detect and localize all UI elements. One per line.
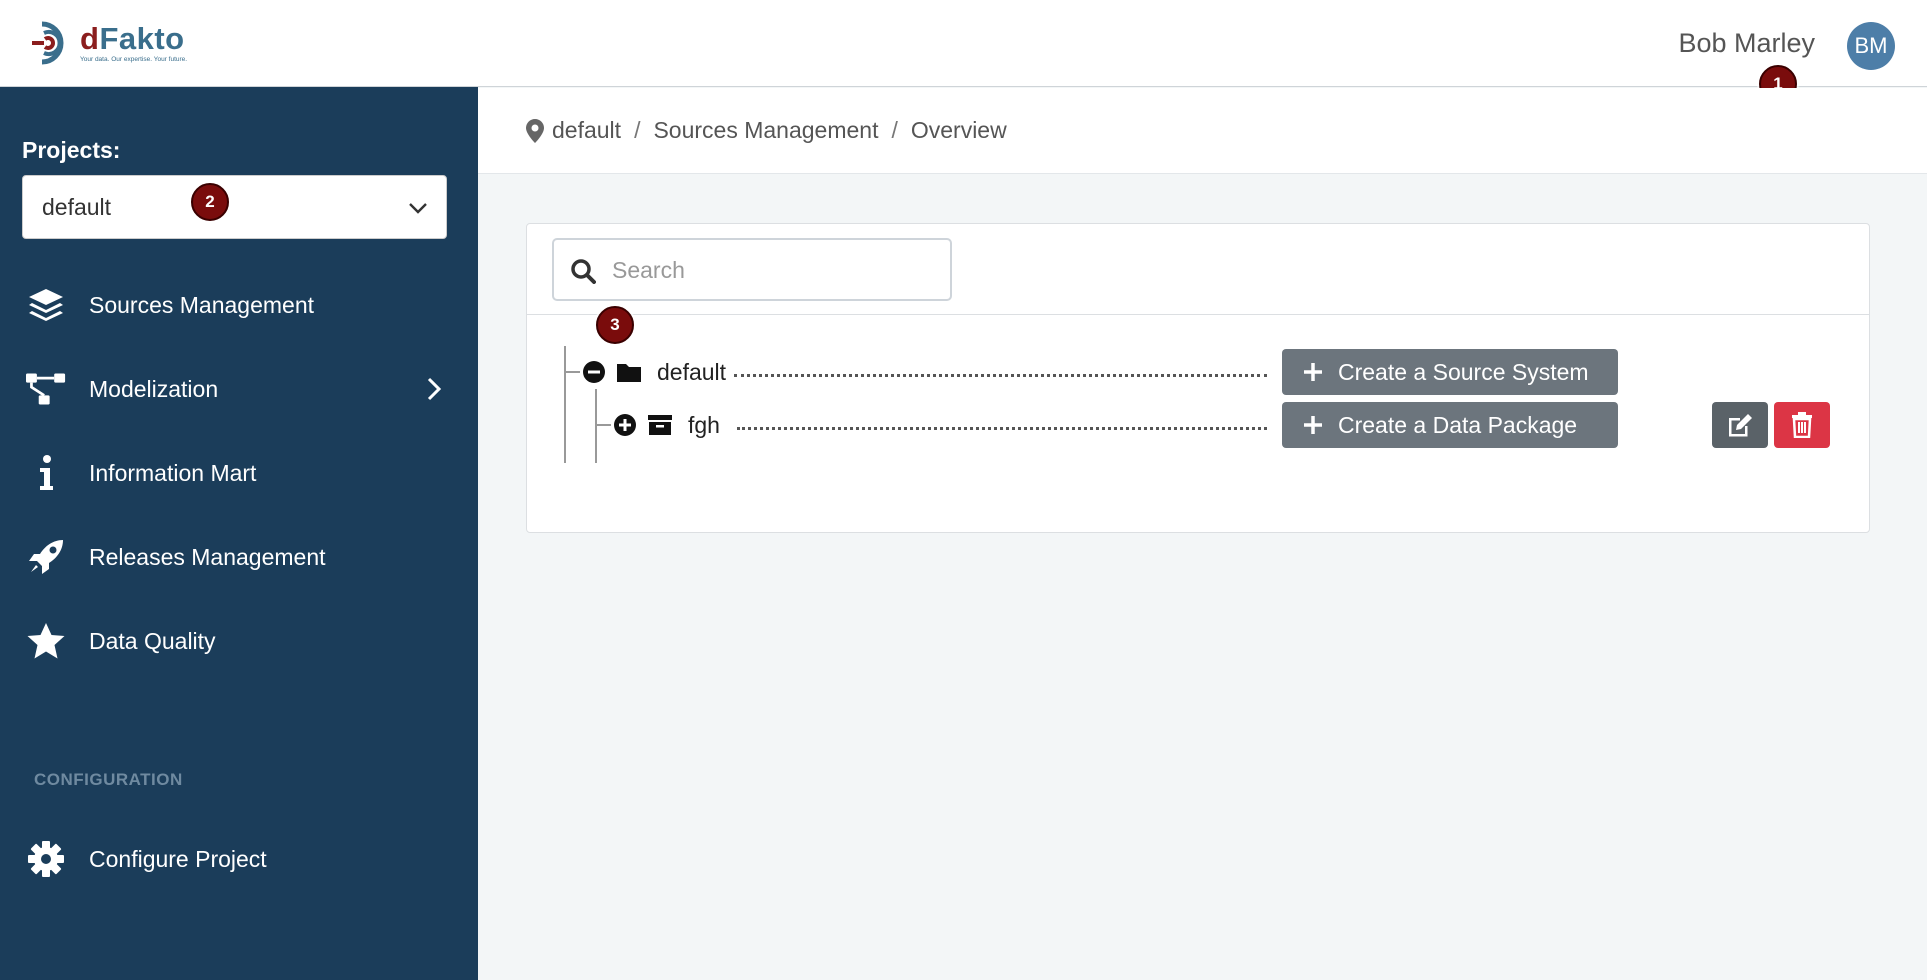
create-source-system-button[interactable]: Create a Source System <box>1282 349 1618 395</box>
tree-guide-line <box>564 371 580 373</box>
avatar[interactable]: BM <box>1847 22 1895 70</box>
breadcrumb-item-section[interactable]: Sources Management <box>653 117 878 144</box>
dfakto-logo[interactable]: dFakto Your data. Our expertise. Your fu… <box>32 16 187 70</box>
search-box[interactable] <box>552 238 952 301</box>
sidebar-item-information-mart[interactable]: Information Mart <box>0 443 478 503</box>
sidebar-item-modelization[interactable]: Modelization <box>0 359 478 419</box>
section-label-configuration: CONFIGURATION <box>34 770 183 789</box>
tree-node-default[interactable]: default <box>657 359 726 386</box>
sources-tree-card: default Create a Source System fgh Creat… <box>526 223 1870 533</box>
card-header <box>527 224 1869 315</box>
breadcrumb-separator: / <box>891 117 898 143</box>
sidebar-item-label: Configure Project <box>89 845 267 872</box>
folder-icon <box>617 364 641 382</box>
edit-button[interactable] <box>1712 402 1768 448</box>
sidebar-item-label: Modelization <box>89 375 219 402</box>
plus-icon <box>1304 416 1322 434</box>
project-select-value: default <box>42 193 112 220</box>
logo-brand: dFakto <box>80 21 185 56</box>
top-header: dFakto Your data. Our expertise. Your fu… <box>0 0 1927 87</box>
sidebar-item-label: Releases Management <box>89 543 326 570</box>
tree-guide-line <box>595 389 597 463</box>
marker-2: 2 <box>191 183 229 221</box>
chevron-right-icon <box>427 377 442 401</box>
rocket-icon <box>26 537 66 577</box>
star-icon <box>26 621 66 661</box>
sidebar-item-releases-management[interactable]: Releases Management <box>0 527 478 587</box>
archive-box-icon <box>648 415 672 435</box>
breadcrumb: default / Sources Management / Overview <box>478 88 1927 174</box>
collapse-minus-icon[interactable] <box>582 360 606 384</box>
sidebar-item-label: Information Mart <box>89 459 257 486</box>
project-select[interactable]: default <box>22 175 447 239</box>
button-label: Create a Source System <box>1338 358 1589 385</box>
create-data-package-button[interactable]: Create a Data Package <box>1282 402 1618 448</box>
breadcrumb-separator: / <box>634 117 641 143</box>
map-marker-icon <box>526 118 544 143</box>
user-name[interactable]: Bob Marley <box>1678 28 1815 59</box>
expand-plus-icon[interactable] <box>613 413 637 437</box>
layers-icon <box>26 285 66 325</box>
trash-icon <box>1792 412 1812 438</box>
edit-icon <box>1729 414 1752 437</box>
chevron-down-icon <box>409 203 427 214</box>
tree-guide-line <box>595 424 611 426</box>
logo-tagline: Your data. Our expertise. Your future. <box>80 56 188 63</box>
tree-dots <box>737 427 1267 430</box>
sidebar-item-label: Data Quality <box>89 627 216 654</box>
search-input[interactable] <box>612 250 932 290</box>
info-icon <box>26 453 66 493</box>
tree-dots <box>734 374 1267 377</box>
tree-node-fgh[interactable]: fgh <box>688 412 720 439</box>
delete-button[interactable] <box>1774 402 1830 448</box>
sidebar-item-sources-management[interactable]: Sources Management <box>0 275 478 335</box>
logo-mark-icon <box>32 21 64 65</box>
sidebar: Projects: default Sources Management Mod… <box>0 87 478 980</box>
tree-guide-line <box>564 346 566 463</box>
sitemap-icon <box>26 369 66 409</box>
marker-3: 3 <box>596 306 634 344</box>
breadcrumb-item-project[interactable]: default <box>552 117 621 144</box>
breadcrumb-item-current: Overview <box>910 117 1007 143</box>
gear-icon <box>26 839 66 879</box>
button-label: Create a Data Package <box>1338 411 1578 438</box>
plus-icon <box>1304 363 1322 381</box>
search-icon <box>571 259 596 284</box>
sidebar-item-configure-project[interactable]: Configure Project <box>0 829 478 889</box>
sidebar-item-data-quality[interactable]: Data Quality <box>0 611 478 671</box>
projects-label: Projects: <box>22 137 121 163</box>
sidebar-item-label: Sources Management <box>89 291 315 318</box>
